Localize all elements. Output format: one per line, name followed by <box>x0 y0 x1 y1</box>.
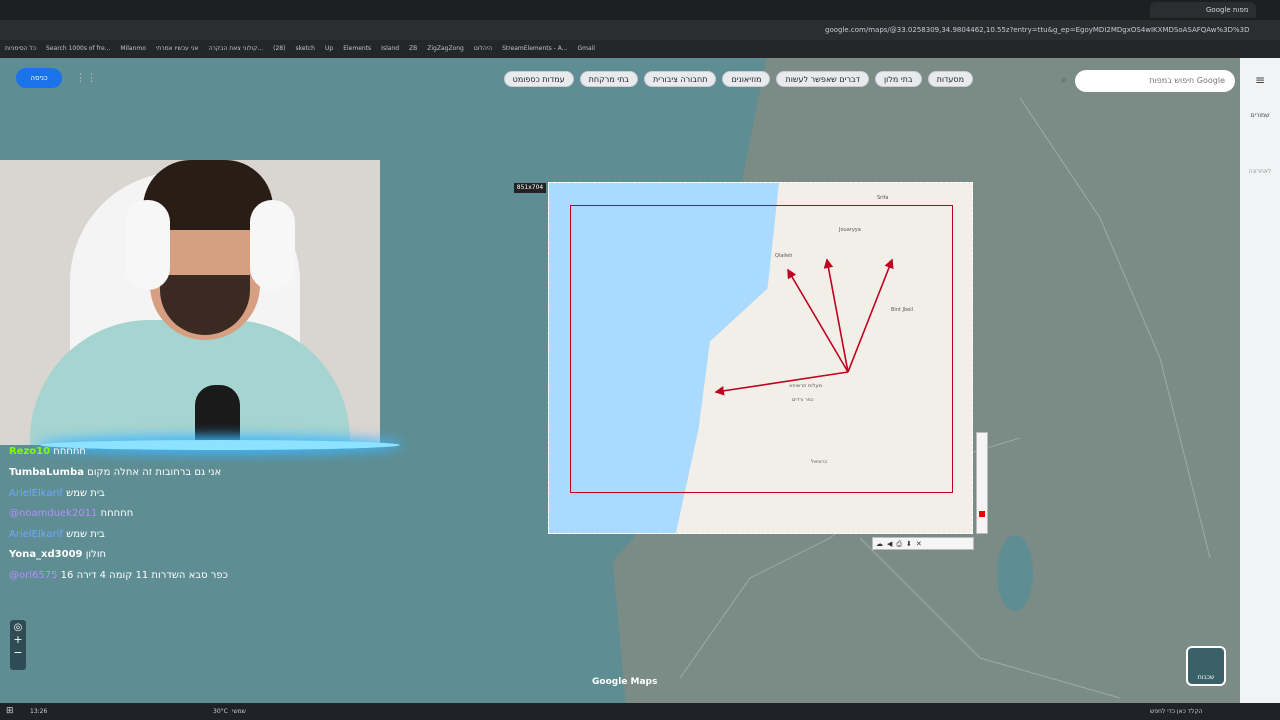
chip-pharmacies[interactable]: בתי מרקחת <box>579 71 638 87</box>
bookmark-item[interactable]: Search 1000s of fre... <box>46 40 110 58</box>
chat-line: @noamduek2011 חחחחח <box>9 508 133 519</box>
bookmark-item[interactable]: היהלום <box>474 40 492 58</box>
zoom-controls[interactable]: ◎ + − <box>10 620 26 670</box>
snip-action-toolbar[interactable]: ☁◀⎙⬇✕ <box>872 537 974 550</box>
chat-message: אני גם ברחובות זה אחלה מקום <box>87 467 222 478</box>
chat-user: ArielElkarif <box>9 529 63 540</box>
url-text: google.com/maps/@33.0258309,34.9804462,1… <box>825 26 1250 34</box>
sign-in-button[interactable]: כניסה <box>16 68 62 88</box>
chat-user: @noamduek2011 <box>9 508 98 519</box>
recent-label[interactable]: לאחרונה <box>1240 168 1280 175</box>
taskbar-search[interactable]: הקלד כאן כדי לחפש <box>1150 703 1203 720</box>
bookmark-item[interactable]: Up <box>325 40 333 58</box>
headphone-left <box>125 200 170 290</box>
bookmark-item[interactable]: (28) <box>273 40 285 58</box>
zoom-in-button[interactable]: + <box>10 633 26 646</box>
weather-text: שמשי <box>232 708 246 715</box>
headphone-right <box>250 200 295 290</box>
maps-side-panel: שמורים לאחרונה <box>1240 58 1280 703</box>
chat-message: בית שמש <box>66 488 105 499</box>
menu-icon[interactable]: ≡ <box>1255 73 1265 87</box>
address-bar[interactable]: google.com/maps/@33.0258309,34.9804462,1… <box>0 20 1280 40</box>
bookmark-item[interactable]: ZigZagZong <box>427 40 464 58</box>
color-swatch[interactable] <box>979 511 985 517</box>
apps-grid-icon[interactable]: ⋮⋮ <box>75 71 97 84</box>
chat-line: TumbaLumba אני גם ברחובות זה אחלה מקום <box>9 467 221 478</box>
chip-things-to-do[interactable]: דברים שאפשר לעשות <box>776 71 869 87</box>
chat-line: @orl6575 כפר סבא השדרות 11 קומה 4 דירה 1… <box>9 570 228 581</box>
bookmark-item[interactable]: Elements <box>343 40 371 58</box>
chat-user: @orl6575 <box>9 570 58 581</box>
bookmark-item[interactable]: sketch <box>295 40 315 58</box>
category-chips: מסעדות בתי מלון דברים שאפשר לעשות מוזיאו… <box>473 71 973 87</box>
chat-user: Rezo10 <box>9 446 51 457</box>
zoom-out-button[interactable]: − <box>10 646 26 659</box>
clock-time: 13:26 <box>30 708 48 715</box>
chat-user: ArielElkarif <box>9 488 63 499</box>
browser-tab[interactable]: Google מפות <box>1150 2 1256 18</box>
start-icon[interactable]: ⊞ <box>6 703 14 720</box>
annotation-toolbar[interactable] <box>976 432 988 534</box>
chat-line: ArielElkarif בית שמש <box>9 488 105 499</box>
neon-glow <box>40 440 400 450</box>
maps-search-input[interactable]: חיפוש במפות Google <box>1075 70 1235 92</box>
bookmark-item[interactable]: Island <box>381 40 399 58</box>
chat-user: Yona_xd3009 <box>9 549 83 560</box>
snip-close-icon[interactable]: ☁◀⎙⬇✕ <box>876 540 926 548</box>
title-bar: Google מפות <box>0 0 1280 20</box>
taskbar: 13:26 30°C שמשי הקלד כאן כדי לחפש ⊞ <box>0 703 1280 720</box>
chat-message: חחחחח <box>53 446 86 457</box>
chat-line: Yona_xd3009 חולון <box>9 549 106 560</box>
bookmark-item[interactable]: StreamElements - A... <box>502 40 567 58</box>
search-icon[interactable]: ⌕ <box>1061 73 1067 87</box>
chat-line: ArielElkarif בית שמש <box>9 529 105 540</box>
saved-label[interactable]: שמורים <box>1240 112 1280 119</box>
bookmark-item[interactable]: כל הסימניות <box>5 40 36 58</box>
bookmark-item[interactable]: Gmail <box>577 40 595 58</box>
chat-message: כפר סבא השדרות 11 קומה 4 דירה 16 <box>60 570 228 581</box>
chat-line: Rezo10 חחחחח <box>9 446 86 457</box>
annotation-arrows <box>714 258 894 396</box>
tab-title: Google מפות <box>1206 6 1249 14</box>
chip-hotels[interactable]: בתי מלון <box>875 71 922 87</box>
webcam-overlay <box>0 160 380 445</box>
bookmark-item[interactable]: Milanmo <box>120 40 146 58</box>
bookmark-item[interactable]: אני עכשיו אמרתי <box>156 40 198 58</box>
bookmark-item[interactable]: קולוני צאת הבקרה... <box>208 40 263 58</box>
chip-museums[interactable]: מוזיאונים <box>722 71 771 87</box>
chat-message: חחחחח <box>100 508 134 519</box>
bookmarks-bar: כל הסימניות Search 1000s of fre... Milanmo… <box>0 40 1280 58</box>
layers-button[interactable]: שכבות <box>1186 646 1226 686</box>
chip-atms[interactable]: עמדות כספומט <box>503 71 574 87</box>
chat-message: בית שמש <box>66 529 105 540</box>
chip-restaurants[interactable]: מסעדות <box>927 71 973 87</box>
location-icon[interactable]: ◎ <box>10 622 26 633</box>
bookmark-item[interactable]: ZB <box>409 40 417 58</box>
microphone <box>195 385 240 445</box>
weather-temp: 30°C <box>213 708 228 715</box>
chat-user: TumbaLumba <box>9 467 84 478</box>
snip-size-badge: 851x704 <box>514 183 546 193</box>
chip-transit[interactable]: תחבורה ציבורית <box>643 71 717 87</box>
google-maps-logo: Google Maps <box>592 677 658 687</box>
chat-message: חולון <box>85 549 107 560</box>
